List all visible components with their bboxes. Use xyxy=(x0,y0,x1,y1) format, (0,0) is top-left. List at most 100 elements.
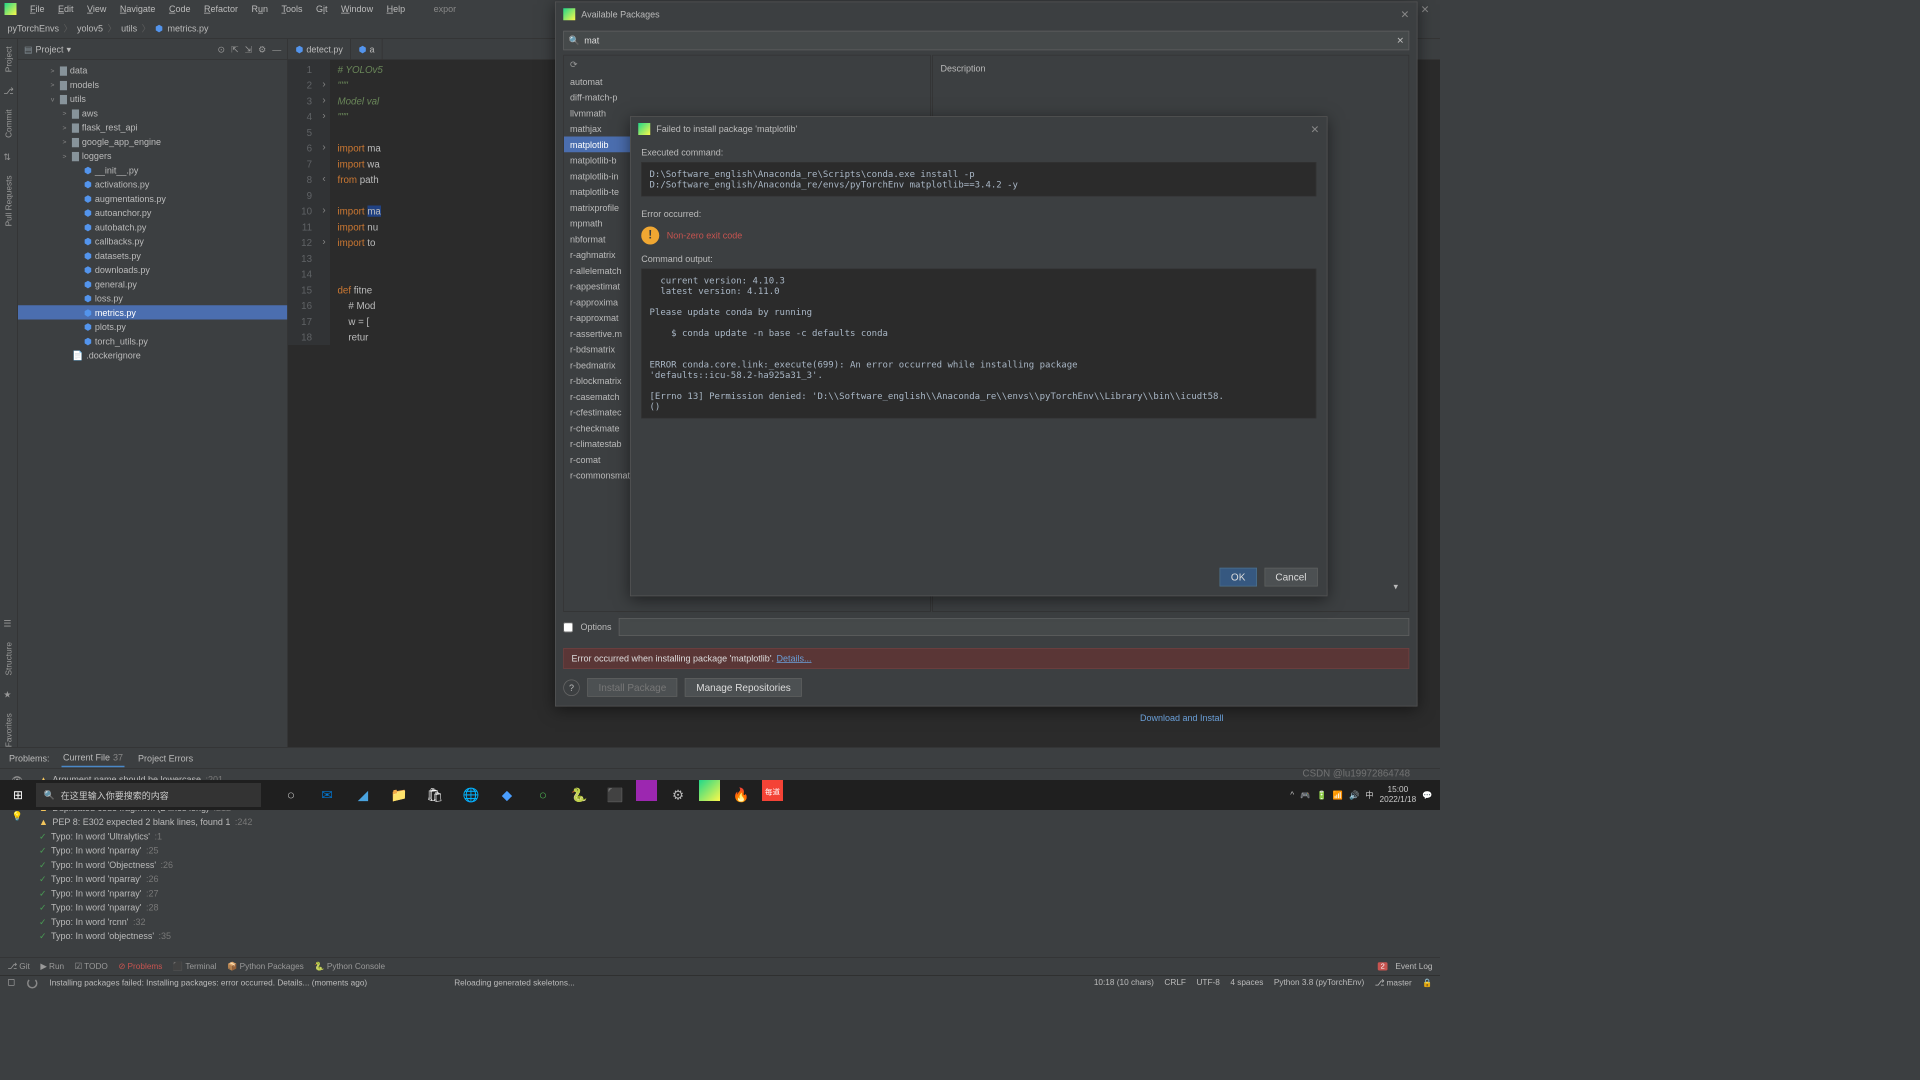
python-console-icon[interactable]: 🐍 Python Console xyxy=(314,962,385,972)
line-gutter[interactable]: 123456789101112131415161718 xyxy=(288,60,318,345)
event-log[interactable]: Event Log xyxy=(1395,962,1432,971)
manage-repositories-button[interactable]: Manage Repositories xyxy=(685,678,802,697)
app-icon[interactable] xyxy=(636,780,657,801)
problem-item[interactable]: ✓Typo: In word 'Objectness' :26 xyxy=(35,857,1441,871)
menu-help[interactable]: Help xyxy=(381,2,412,16)
expand-all-icon[interactable]: ⇱ xyxy=(231,44,239,55)
rail-project[interactable]: Project xyxy=(4,47,13,73)
fold-gutter[interactable]: ››››‹›› xyxy=(318,60,330,345)
executed-command-output[interactable]: D:\Software_english\Anaconda_re\Scripts\… xyxy=(641,162,1316,197)
breadcrumb-root[interactable]: pyTorchEnvs xyxy=(8,23,60,34)
options-input[interactable] xyxy=(619,618,1409,636)
breadcrumb-file[interactable]: metrics.py xyxy=(167,23,208,34)
store-icon[interactable]: 🛍 xyxy=(420,780,450,810)
menu-tools[interactable]: Tools xyxy=(276,2,309,16)
tree-item[interactable]: >▇loggers xyxy=(18,149,287,163)
tray-icon[interactable]: 🎮 xyxy=(1300,790,1310,800)
collapse-all-icon[interactable]: ⇲ xyxy=(245,44,253,55)
tree-item[interactable]: ⬢augmentations.py xyxy=(18,191,287,205)
locate-icon[interactable]: ⊙ xyxy=(218,44,226,55)
help-icon[interactable]: ? xyxy=(563,679,580,696)
options-checkbox[interactable] xyxy=(563,622,573,632)
terminal-icon[interactable]: ⬛ Terminal xyxy=(173,962,217,972)
line-sep[interactable]: CRLF xyxy=(1164,978,1186,988)
git-branch[interactable]: ⎇ master xyxy=(1375,978,1412,988)
tree-item[interactable]: ⬢torch_utils.py xyxy=(18,334,287,348)
rail-structure[interactable]: Structure xyxy=(4,642,13,675)
settings-icon[interactable]: ⚙ xyxy=(258,44,266,55)
status-message[interactable]: Installing packages failed: Installing p… xyxy=(49,978,367,987)
structure-icon[interactable]: ☰ xyxy=(3,618,14,629)
tree-item[interactable]: v▇utils xyxy=(18,92,287,106)
details-link[interactable]: Details... xyxy=(777,653,812,664)
python-packages-icon[interactable]: 📦 Python Packages xyxy=(227,962,304,972)
tree-item[interactable]: >▇flask_rest_api xyxy=(18,120,287,134)
project-tree[interactable]: >▇data>▇modelsv▇utils>▇aws>▇flask_rest_a… xyxy=(18,60,287,747)
breadcrumb-item[interactable]: utils xyxy=(121,23,137,34)
problems-button[interactable]: ⊘ Problems xyxy=(118,962,162,972)
package-item[interactable]: automat xyxy=(564,74,930,90)
problem-item[interactable]: ✓Typo: In word 'rcnn' :32 xyxy=(35,914,1441,928)
ime-icon[interactable]: 中 xyxy=(1365,789,1373,801)
caret-pos[interactable]: 10:18 (10 chars) xyxy=(1094,978,1154,988)
wifi-icon[interactable]: 📶 xyxy=(1333,790,1343,800)
tree-item[interactable]: ⬢plots.py xyxy=(18,320,287,334)
favorites-icon[interactable]: ★ xyxy=(3,689,14,700)
menu-run[interactable]: Run xyxy=(245,2,274,16)
ok-button[interactable]: OK xyxy=(1220,568,1257,587)
problem-item[interactable]: ✓Typo: In word 'nparray' :25 xyxy=(35,843,1441,857)
close-icon[interactable]: ✕ xyxy=(1415,1,1436,17)
menu-git[interactable]: Git xyxy=(310,2,334,16)
tab-current-file[interactable]: Current File37 xyxy=(62,749,125,767)
problem-item[interactable]: ✓Typo: In word 'nparray' :26 xyxy=(35,872,1441,886)
problem-item[interactable]: ✓Typo: In word 'Ultralytics' :1 xyxy=(35,829,1441,843)
rail-commit[interactable]: Commit xyxy=(4,110,13,138)
tree-item[interactable]: >▇aws xyxy=(18,106,287,120)
menu-code[interactable]: Code xyxy=(163,2,197,16)
search-input[interactable] xyxy=(584,35,1392,46)
hide-icon[interactable]: — xyxy=(272,44,281,55)
menu-file[interactable]: File xyxy=(24,2,51,16)
commit-icon[interactable]: ⎇ xyxy=(3,86,14,97)
menu-edit[interactable]: Edit xyxy=(52,2,80,16)
mail-icon[interactable]: ✉ xyxy=(312,780,342,810)
bulb-icon[interactable]: 💡 xyxy=(12,811,23,822)
install-package-button[interactable]: Install Package xyxy=(587,678,677,697)
menu-navigate[interactable]: Navigate xyxy=(114,2,162,16)
settings-icon[interactable]: ⚙ xyxy=(663,780,693,810)
browser-icon[interactable]: 🌐 xyxy=(456,780,486,810)
git-icon[interactable]: ⎇ Git xyxy=(8,962,30,972)
pull-requests-icon[interactable]: ⇅ xyxy=(3,152,14,163)
app-icon[interactable]: ○ xyxy=(528,780,558,810)
problem-item[interactable]: ▲PEP 8: E302 expected 2 blank lines, fou… xyxy=(35,815,1441,829)
code-area[interactable]: # YOLOv5"""Model val"""import maimport w… xyxy=(330,60,383,345)
rail-pull-requests[interactable]: Pull Requests xyxy=(4,176,13,227)
problem-item[interactable]: ✓Typo: In word 'nparray' :28 xyxy=(35,900,1441,914)
app-icon[interactable]: ◢ xyxy=(348,780,378,810)
clock[interactable]: 15:002022/1/18 xyxy=(1380,785,1417,805)
start-button[interactable]: ⊞ xyxy=(0,788,36,803)
tree-item[interactable]: ⬢datasets.py xyxy=(18,248,287,262)
run-icon[interactable]: ▶ Run xyxy=(40,962,64,972)
tree-item[interactable]: ⬢downloads.py xyxy=(18,263,287,277)
indent[interactable]: 4 spaces xyxy=(1230,978,1263,988)
todo-icon[interactable]: ☑ TODO xyxy=(75,962,108,972)
package-item[interactable]: diff-match-p xyxy=(564,89,930,105)
tree-item[interactable]: ⬢loss.py xyxy=(18,291,287,305)
chevron-down-icon[interactable]: ▾ xyxy=(1390,581,1402,592)
taskbar-search[interactable]: 🔍 在这里输入你要搜索的内容 xyxy=(36,783,261,807)
tree-item[interactable]: 📄.dockerignore xyxy=(18,348,287,362)
tree-item[interactable]: ⬢activations.py xyxy=(18,177,287,191)
problem-item[interactable]: ✓Typo: In word 'nparray' :27 xyxy=(35,886,1441,900)
menu-view[interactable]: View xyxy=(81,2,112,16)
app-icon[interactable]: 每道 xyxy=(762,780,783,801)
command-output[interactable]: current version: 4.10.3 latest version: … xyxy=(641,269,1316,419)
download-install-link[interactable]: Download and Install xyxy=(1140,713,1224,724)
interpreter[interactable]: Python 3.8 (pyTorchEnv) xyxy=(1274,978,1364,988)
tree-item[interactable]: >▇google_app_engine xyxy=(18,134,287,148)
encoding[interactable]: UTF-8 xyxy=(1196,978,1219,988)
lock-icon[interactable]: 🔒 xyxy=(1422,978,1432,988)
tree-item[interactable]: >▇data xyxy=(18,63,287,77)
rail-favorites[interactable]: Favorites xyxy=(4,713,13,747)
menu-refactor[interactable]: Refactor xyxy=(198,2,244,16)
